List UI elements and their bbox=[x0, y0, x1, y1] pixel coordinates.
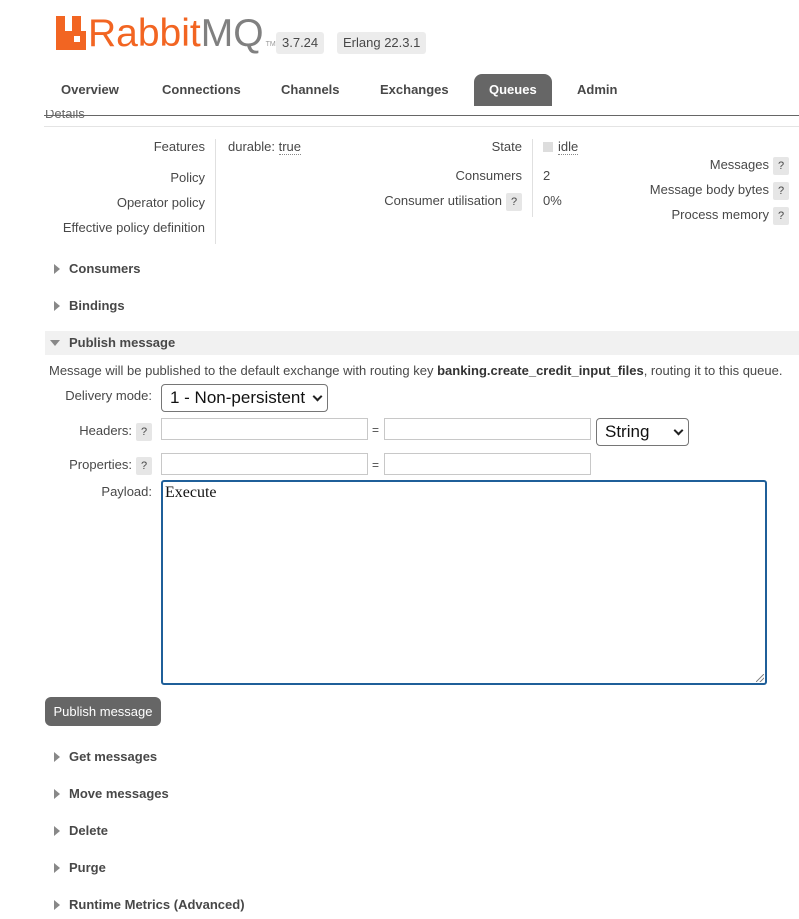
durable-value: true bbox=[278, 139, 302, 155]
properties-help-icon[interactable]: ? bbox=[136, 457, 152, 475]
process-memory-help-icon[interactable]: ? bbox=[773, 207, 789, 225]
rabbitmq-logo-icon bbox=[56, 16, 86, 50]
section-get-messages[interactable]: Get messages bbox=[45, 745, 799, 769]
chevron-down-icon bbox=[312, 391, 323, 401]
section-delete[interactable]: Delete bbox=[45, 819, 799, 843]
expand-icon bbox=[54, 826, 60, 836]
state-value: idle bbox=[543, 139, 579, 155]
message-body-bytes-label: Message body bytes bbox=[649, 182, 769, 197]
section-publish-message[interactable]: Publish message bbox=[45, 331, 799, 355]
payload-label: Payload: bbox=[101, 484, 152, 499]
nav-divider bbox=[44, 115, 799, 116]
section-purge[interactable]: Purge bbox=[45, 856, 799, 880]
logo-text: RabbitMQ bbox=[88, 12, 264, 55]
property-key-input[interactable] bbox=[161, 453, 368, 475]
section-consumers[interactable]: Consumers bbox=[45, 257, 799, 281]
header-equals: = bbox=[372, 423, 380, 437]
state-indicator-icon bbox=[543, 142, 553, 152]
resize-handle-icon[interactable] bbox=[756, 674, 764, 682]
details-separator bbox=[215, 139, 216, 244]
tab-connections[interactable]: Connections bbox=[147, 74, 256, 106]
publish-message-button[interactable]: Publish message bbox=[45, 697, 161, 726]
details-divider bbox=[44, 126, 799, 127]
logo-trademark: TM bbox=[265, 41, 276, 48]
tab-queues[interactable]: Queues bbox=[474, 74, 552, 106]
features-value: durable: true bbox=[228, 139, 302, 155]
erlang-badge: Erlang 22.3.1 bbox=[337, 32, 427, 54]
message-body-bytes-row: Message body bytes? bbox=[650, 182, 789, 200]
headers-row-label: Headers:=? bbox=[79, 423, 152, 441]
headers-help-icon-visible[interactable]: ? bbox=[136, 423, 152, 441]
process-memory-label: Process memory bbox=[671, 207, 769, 222]
tab-channels[interactable]: Channels bbox=[266, 74, 355, 106]
property-value-input[interactable] bbox=[384, 453, 591, 475]
consumer-util-help-icon[interactable]: ? bbox=[506, 193, 522, 211]
section-runtime-metrics[interactable]: Runtime Metrics (Advanced) bbox=[45, 893, 799, 917]
delivery-mode-label: Delivery mode: bbox=[65, 388, 152, 403]
properties-row-label: Properties:? bbox=[69, 457, 152, 475]
messages-row: Messages? bbox=[710, 157, 789, 175]
expand-icon bbox=[54, 900, 60, 910]
chevron-down-icon bbox=[673, 425, 684, 435]
version-badge: 3.7.24 bbox=[276, 32, 325, 54]
header-value-input[interactable] bbox=[384, 418, 591, 440]
process-memory-row: Process memory? bbox=[671, 207, 789, 225]
properties-label: Properties: bbox=[69, 457, 132, 472]
expand-icon bbox=[54, 301, 60, 311]
rabbitmq-logo: RabbitMQ TM bbox=[56, 14, 276, 54]
tab-overview[interactable]: Overview bbox=[46, 74, 134, 106]
operator-policy-label: Operator policy bbox=[116, 195, 205, 210]
section-bindings[interactable]: Bindings bbox=[45, 294, 799, 318]
publish-notice: Message will be published to the default… bbox=[49, 363, 783, 378]
expand-icon bbox=[54, 863, 60, 873]
consumers-label: Consumers bbox=[455, 168, 522, 183]
consumers-value: 2 bbox=[543, 168, 551, 183]
routing-key: banking.create_credit_input_files bbox=[437, 363, 644, 378]
expand-icon bbox=[54, 789, 60, 799]
expand-icon bbox=[54, 264, 60, 274]
policy-label: Policy bbox=[170, 170, 205, 185]
header-key-input[interactable] bbox=[161, 418, 368, 440]
section-move-messages[interactable]: Move messages bbox=[45, 782, 799, 806]
details-heading: Details bbox=[45, 110, 85, 120]
consumer-util-value: 0% bbox=[543, 193, 562, 208]
collapse-icon bbox=[50, 340, 60, 346]
features-label: Features bbox=[153, 139, 205, 154]
tab-admin[interactable]: Admin bbox=[562, 74, 632, 106]
consumer-util-label: Consumer utilisation bbox=[384, 193, 502, 208]
payload-textarea[interactable]: Execute bbox=[161, 480, 767, 685]
effective-policy-label: Effective policy definition bbox=[62, 220, 205, 235]
messages-help-icon[interactable]: ? bbox=[773, 157, 789, 175]
state-separator bbox=[532, 139, 533, 217]
state-label: State bbox=[491, 139, 522, 154]
message-body-bytes-help-icon[interactable]: ? bbox=[773, 182, 789, 200]
header-type-select[interactable]: String bbox=[596, 418, 689, 446]
tab-exchanges[interactable]: Exchanges bbox=[365, 74, 464, 106]
messages-label: Messages bbox=[709, 157, 769, 172]
property-equals: = bbox=[372, 458, 380, 472]
headers-label: Headers: bbox=[79, 423, 132, 438]
expand-icon bbox=[54, 752, 60, 762]
main-nav: Overview Connections Channels Exchanges … bbox=[0, 74, 799, 106]
consumer-util-row: Consumer utilisation? bbox=[384, 193, 522, 211]
delivery-mode-select[interactable]: 1 - Non-persistent bbox=[161, 384, 328, 412]
